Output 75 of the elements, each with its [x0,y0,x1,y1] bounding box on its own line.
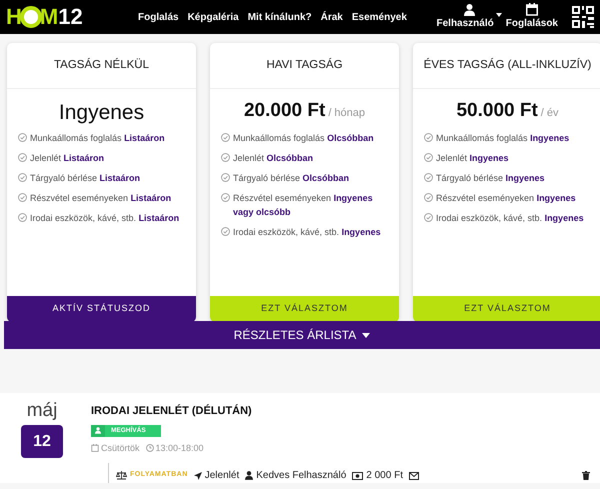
check-circle-icon [18,173,27,182]
nav-link[interactable]: Mit kínálunk? [248,10,312,24]
entry-type: Jelenlét [204,469,240,483]
feature-text: Munkaállomás foglalás Ingyenes [436,132,570,145]
check-circle-icon [221,173,230,182]
nav-link[interactable]: Árak [320,10,343,24]
price-period: / év [540,106,559,121]
check-circle-icon [18,213,27,222]
check-circle-icon [221,227,230,236]
qr-code-icon[interactable] [572,6,594,28]
caret-icon [496,12,502,16]
feature-text: Jelenlét Listaáron [30,152,104,165]
event-month: máj [26,399,58,423]
calendar-icon [526,3,538,16]
user-icon [95,427,101,434]
feature-text: Tárgyaló bérlése Olcsóbban [233,172,350,185]
event-title: IRODAI JELENLÉT (DÉLUTÁN) [91,403,253,419]
feature-text: Irodai eszközök, kávé, stb. Ingyenes [436,212,584,225]
logo-number: 12 [58,6,83,28]
user-icon [464,4,475,16]
plan-button[interactable]: EZT VÁLASZTOM [413,296,600,321]
price-list-button[interactable]: RÉSZLETES ÁRLISTA [4,321,600,349]
check-circle-icon [424,153,433,162]
feature-text: Jelenlét Ingyenes [436,152,509,165]
entry-price: 2 000 Ft [366,469,403,483]
plan-price: Ingyenes [58,100,144,126]
entry-user: Kedves Felhasználó [256,469,346,483]
bookings-link[interactable]: Foglalások [506,3,558,31]
event-day: 12 [21,425,63,458]
check-circle-icon [18,153,27,162]
plan-button[interactable]: EZT VÁLASZTOM [210,296,399,321]
scales-icon [116,471,127,480]
trash-icon[interactable] [582,471,590,480]
check-circle-icon [424,133,433,142]
clock-icon [146,444,154,452]
location-arrow-icon [194,472,202,480]
feature-text: Tárgyaló bérlése Ingyenes [436,172,545,185]
envelope-icon[interactable] [408,472,419,480]
feature-text: Tárgyaló bérlése Listaáron [30,172,140,185]
plan-price: 50.000 Ft [456,99,538,123]
feature-text: Részvétel eseményeken Ingyenes vagy olcsóbb [233,192,374,219]
plan-price: 20.000 Ft [244,99,326,123]
feature-text: Irodai eszközök, kávé, stb. Listaáron [30,212,180,225]
check-circle-icon [18,133,27,142]
logo-letter: M [40,6,58,28]
feature-text: Jelenlét Olcsóbban [233,152,314,165]
plan-button[interactable]: AKTÍV STÁTUSZOD [7,296,196,321]
nav-link[interactable]: Események [352,10,407,24]
plan-title: HAVI TAGSÁG [266,57,343,73]
calendar-icon [91,444,99,452]
check-circle-icon [424,213,433,222]
event-weekday: Csütörtök [101,442,140,454]
plan-title: TAGSÁG NÉLKÜL [54,57,149,73]
money-icon [352,472,364,480]
user-menu[interactable]: Felhasználó [436,4,502,30]
feature-text: Munkaállomás foglalás Olcsóbban [233,132,374,145]
check-circle-icon [424,173,433,182]
check-circle-icon [221,153,230,162]
feature-text: Részvétel eseményeken Listaáron [30,192,172,205]
event-time: 13:00-18:00 [156,442,204,454]
logo-ring-icon [20,6,42,28]
check-circle-icon [221,193,230,202]
feature-text: Irodai eszközök, kávé, stb. Ingyenes [233,226,381,239]
feature-text: Részvétel eseményeken Ingyenes [436,192,576,205]
feature-text: Munkaállomás foglalás Listaáron [30,132,165,145]
check-circle-icon [424,193,433,202]
plan-title: ÉVES TAGSÁG (ALL-INKLUZÍV) [424,57,592,73]
nav-link[interactable]: Foglalás [138,10,179,24]
user-icon [245,471,254,480]
price-period: / hónap [328,106,366,121]
check-circle-icon [221,133,230,142]
nav-link[interactable]: Képgaléria [188,10,239,24]
caret-icon [362,332,370,338]
logo-letter: H [6,6,22,28]
check-circle-icon [18,193,27,202]
